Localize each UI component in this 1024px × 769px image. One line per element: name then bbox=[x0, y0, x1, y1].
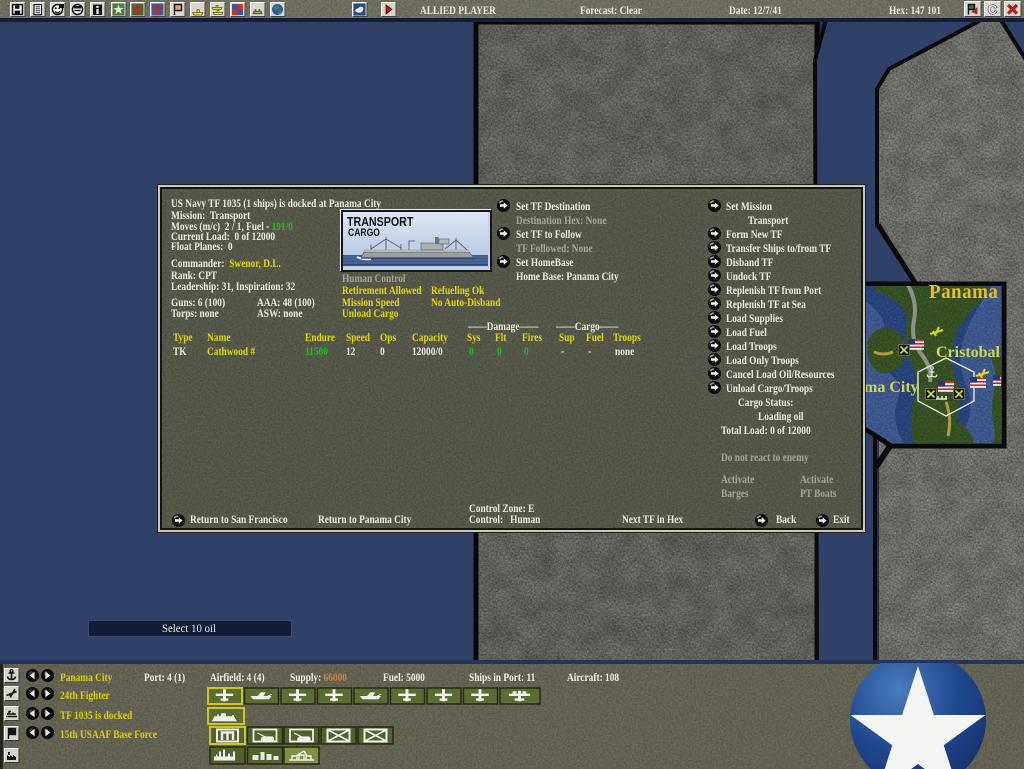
svg-text:C: C bbox=[988, 2, 998, 17]
